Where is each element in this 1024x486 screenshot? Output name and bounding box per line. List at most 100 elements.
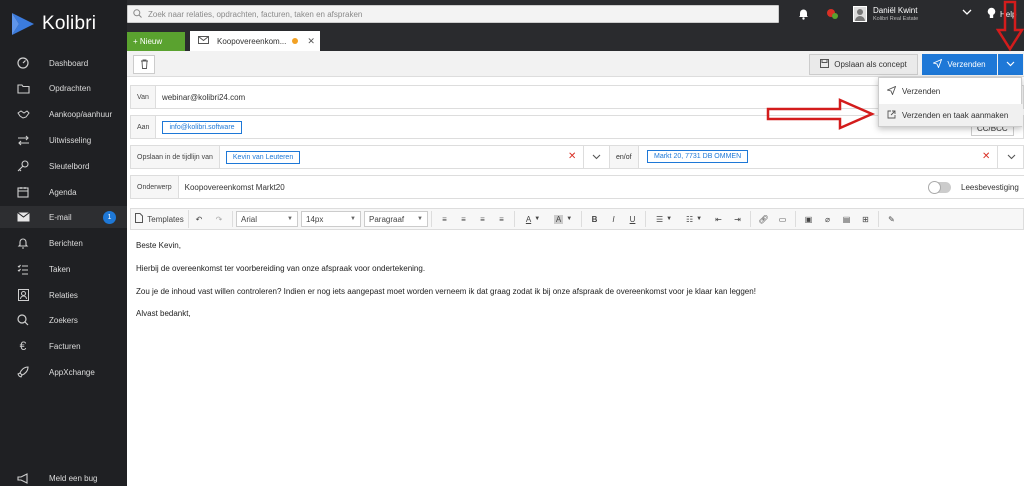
notifications-bell-icon[interactable]: [798, 8, 809, 22]
bullet-list-icon: ☰: [655, 214, 664, 224]
user-name[interactable]: Daniël Kwint: [873, 6, 917, 15]
send-options-menu: Verzenden Verzenden en taak aanmaken: [878, 77, 1023, 127]
tab-email-draft[interactable]: Koopovereenkom... ✕: [190, 31, 320, 51]
align-right-icon: ≡: [480, 214, 485, 224]
read-receipt-toggle[interactable]: [928, 181, 951, 194]
insert-image-button[interactable]: ▣: [799, 210, 818, 228]
handshake-icon: [16, 107, 30, 121]
sidebar-item-label: Aankoop/aanhuur: [49, 109, 113, 119]
property-chip[interactable]: Markt 20, 7731 DB OMMEN: [647, 150, 749, 163]
toggle-knob: [928, 181, 941, 194]
paperclip-icon: ⌀: [825, 214, 830, 224]
paper-plane-icon: [932, 58, 943, 70]
block-format-select[interactable]: Paragraaf ▼: [364, 211, 428, 227]
timeline-contact-chip[interactable]: Kevin van Leuteren: [225, 150, 301, 164]
sidebar-item-relaties[interactable]: Relaties: [0, 284, 127, 306]
numbered-list-icon: ☷: [685, 214, 694, 224]
sidebar-item-label: Relaties: [49, 290, 78, 300]
sidebar-item-aankoop[interactable]: Aankoop/aanhuur: [0, 103, 127, 125]
text-color-button[interactable]: A ▼: [518, 210, 548, 228]
lightbulb-icon[interactable]: [987, 7, 996, 22]
from-field[interactable]: webinar@kolibri24.com: [162, 93, 245, 102]
search-input[interactable]: [148, 9, 748, 19]
caret-down-icon: ▼: [350, 216, 356, 222]
indent-button[interactable]: ⇥: [728, 210, 747, 228]
top-bar: Daniël Kwint Kolibri Real Estate Help: [127, 0, 1024, 30]
templates-button[interactable]: Templates: [131, 210, 189, 228]
caret-down-icon: ▼: [696, 216, 703, 222]
avatar[interactable]: [853, 6, 867, 22]
new-button[interactable]: + Nieuw: [127, 32, 185, 51]
composer-toolbar: Opslaan als concept Verzenden: [127, 51, 1024, 77]
sidebar-item-bug-report[interactable]: Meld een bug: [0, 467, 127, 486]
folder-icon: [16, 81, 30, 95]
align-right-button[interactable]: ≡: [473, 210, 492, 228]
unread-badge: 1: [103, 210, 116, 224]
menu-item-send-and-create-task[interactable]: Verzenden en taak aanmaken: [879, 104, 1023, 126]
send-options-button[interactable]: [998, 54, 1023, 75]
align-justify-button[interactable]: ≡: [492, 210, 511, 228]
sidebar-item-label: AppXchange: [49, 367, 95, 377]
insert-table-button[interactable]: ⊞: [856, 210, 875, 228]
undo-button[interactable]: ↶: [189, 210, 209, 228]
logo[interactable]: Kolibri: [10, 10, 96, 38]
status-indicator-icon[interactable]: [826, 8, 839, 22]
clear-timeline-icon[interactable]: ✕: [568, 151, 576, 162]
send-button[interactable]: Verzenden: [922, 54, 997, 75]
subject-field[interactable]: Koopovereenkomst Markt20: [185, 183, 285, 192]
toolbar-divider: [795, 211, 796, 227]
sidebar-item-email[interactable]: E-mail 1: [0, 206, 127, 228]
sidebar-item-agenda[interactable]: Agenda: [0, 181, 127, 203]
insert-folder-button[interactable]: ▤: [837, 210, 856, 228]
sidebar-item-label: Meld een bug: [49, 473, 98, 483]
subject-label: Onderwerp: [131, 176, 179, 198]
italic-button[interactable]: I: [604, 210, 623, 228]
save-draft-button[interactable]: Opslaan als concept: [809, 54, 918, 75]
insert-comment-button[interactable]: ▭: [773, 210, 792, 228]
recipient-chip[interactable]: info@kolibri.software: [162, 120, 242, 134]
sidebar-item-appxchange[interactable]: AppXchange: [0, 361, 127, 383]
caret-down-icon: ▼: [287, 216, 293, 222]
highlight-color-button[interactable]: A ▼: [548, 210, 578, 228]
bold-button[interactable]: B: [585, 210, 604, 228]
sidebar-item-berichten[interactable]: Berichten: [0, 232, 127, 254]
key-icon: [16, 159, 30, 173]
clear-property-icon[interactable]: ✕: [982, 151, 990, 162]
caret-down-icon: ▼: [666, 216, 673, 222]
align-justify-icon: ≡: [499, 214, 504, 224]
delete-button[interactable]: [133, 55, 155, 74]
underline-button[interactable]: U: [623, 210, 642, 228]
indent-icon: ⇥: [734, 214, 741, 224]
menu-item-send[interactable]: Verzenden: [879, 80, 1023, 102]
chevron-down-icon[interactable]: [962, 9, 972, 18]
align-center-button[interactable]: ≡: [454, 210, 473, 228]
help-link[interactable]: Help: [1000, 10, 1016, 19]
sidebar-item-uitwisseling[interactable]: Uitwisseling: [0, 129, 127, 151]
sidebar-item-taken[interactable]: Taken: [0, 258, 127, 280]
property-dropdown-icon[interactable]: [997, 146, 1024, 168]
font-size-select[interactable]: 14px ▼: [301, 211, 361, 227]
signature-button[interactable]: ✎: [882, 210, 901, 228]
global-search[interactable]: [127, 5, 779, 23]
image-icon: ▣: [804, 214, 813, 224]
bullet-list-button[interactable]: ☰ ▼: [649, 210, 679, 228]
chevron-down-icon: [1006, 60, 1015, 69]
editor-toolbar: Templates ↶ ↷ Arial ▼ 14px ▼ Paragraaf ▼ ≡ …: [130, 208, 1024, 230]
sidebar-item-dashboard[interactable]: Dashboard: [0, 52, 127, 74]
attach-file-button[interactable]: ⌀: [818, 210, 837, 228]
sidebar-item-label: Sleutelbord: [49, 161, 90, 171]
outdent-button[interactable]: ⇤: [709, 210, 728, 228]
redo-button[interactable]: ↷: [209, 210, 229, 228]
link-icon: 🔗︎: [758, 214, 769, 224]
sidebar-item-sleutelbord[interactable]: Sleutelbord: [0, 155, 127, 177]
sidebar-item-opdrachten[interactable]: Opdrachten: [0, 77, 127, 99]
numbered-list-button[interactable]: ☷ ▼: [679, 210, 709, 228]
align-left-button[interactable]: ≡: [435, 210, 454, 228]
insert-link-button[interactable]: 🔗︎: [754, 210, 773, 228]
sidebar-item-facturen[interactable]: € Facturen: [0, 335, 127, 357]
close-icon[interactable]: ✕: [307, 36, 315, 47]
sidebar-item-zoekers[interactable]: Zoekers: [0, 309, 127, 331]
sidebar-item-label: Uitwisseling: [49, 135, 92, 145]
font-family-select[interactable]: Arial ▼: [236, 211, 298, 227]
timeline-dropdown-icon[interactable]: [583, 146, 609, 168]
